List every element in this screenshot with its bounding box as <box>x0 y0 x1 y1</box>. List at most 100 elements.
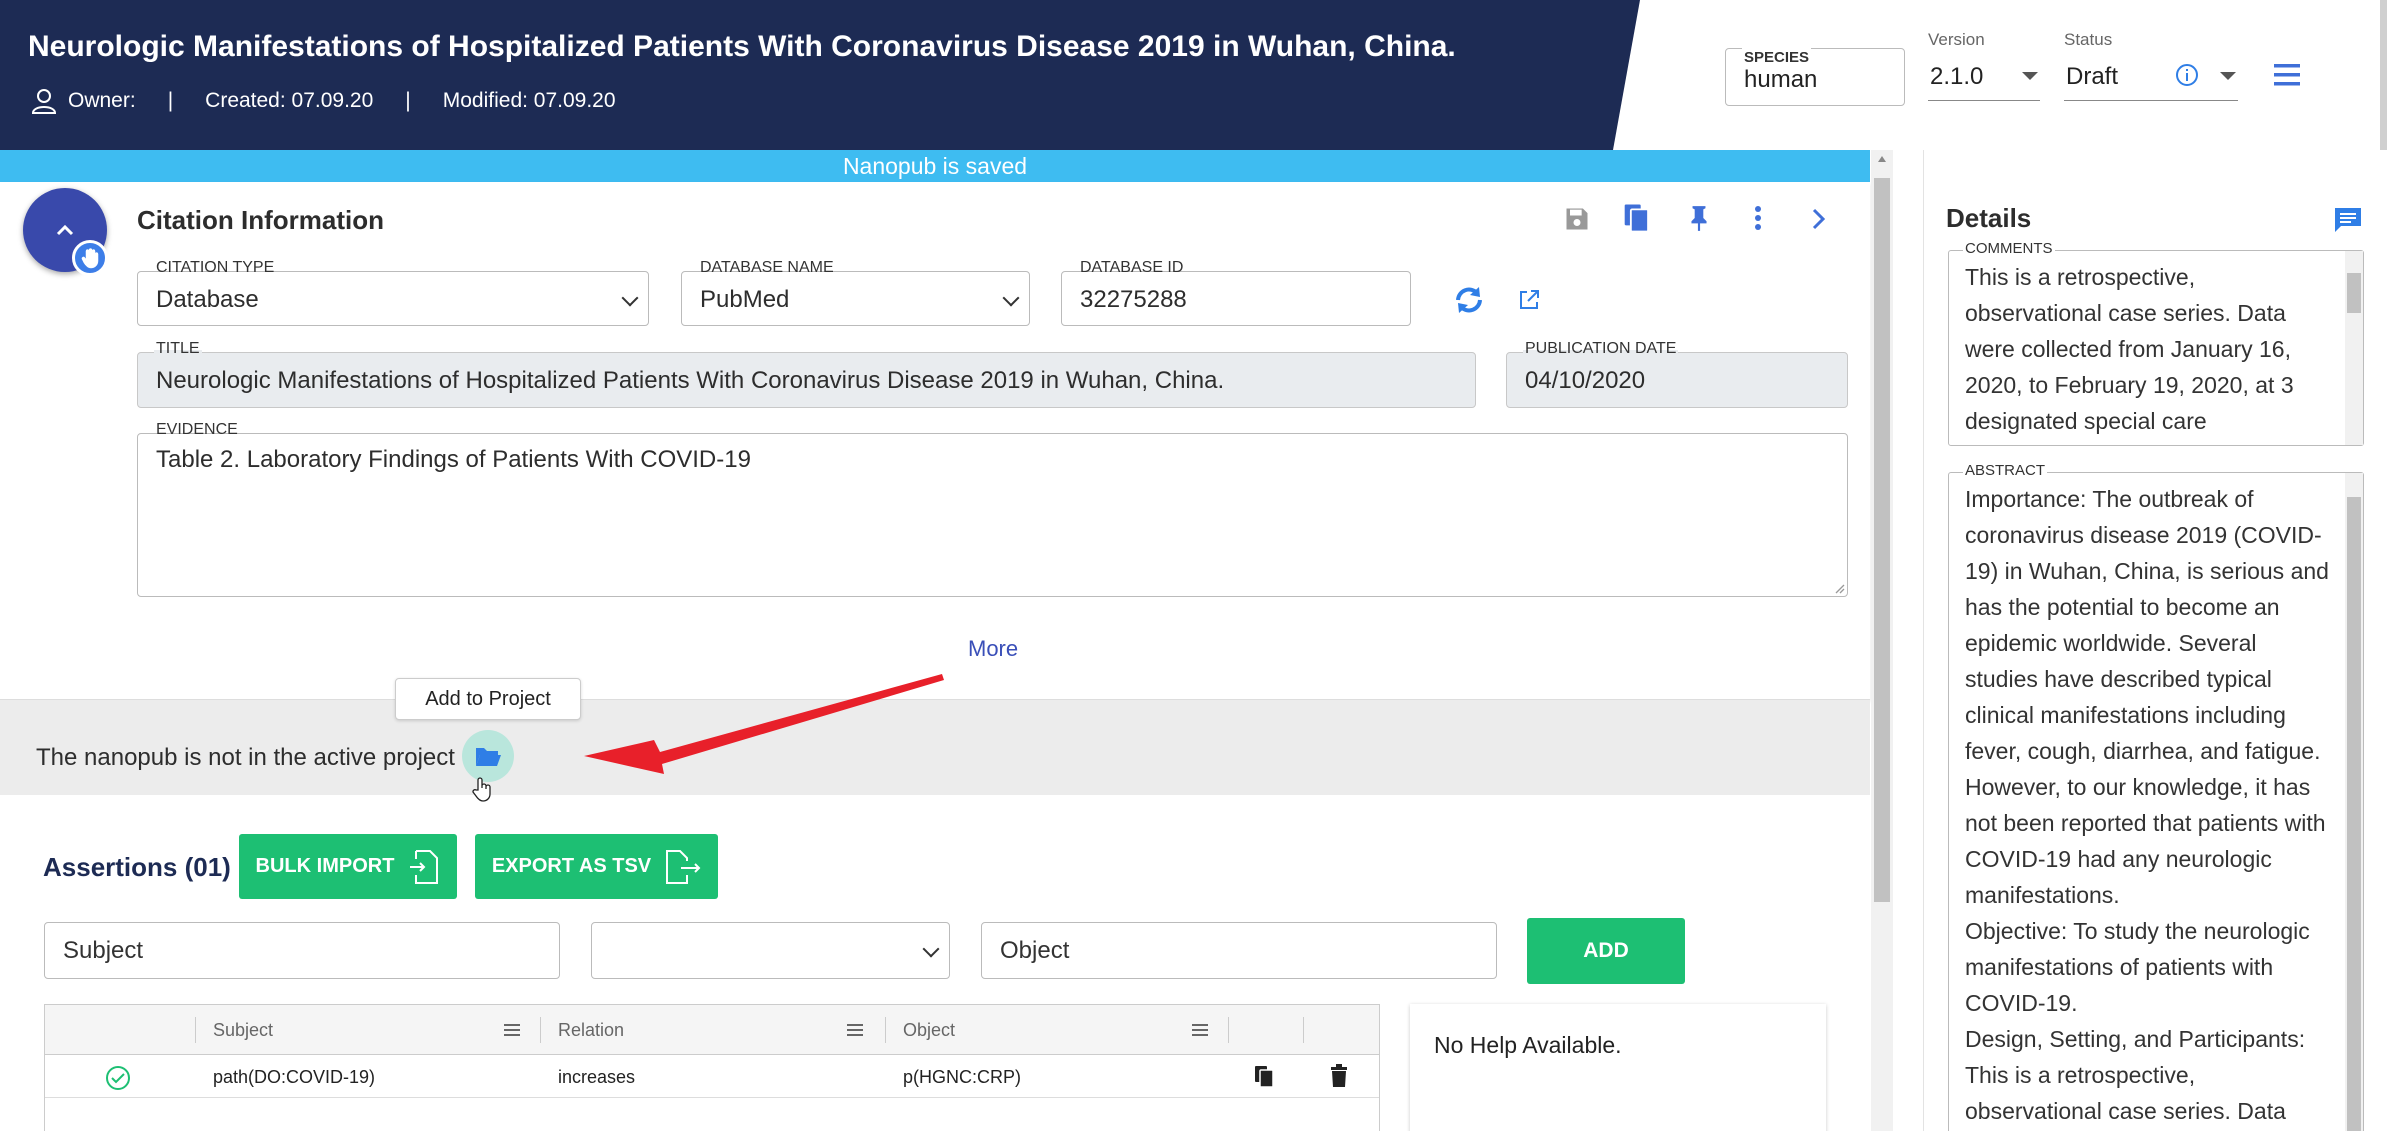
chevron-down-icon <box>621 289 639 307</box>
caret-down-icon <box>2022 72 2038 80</box>
citation-type-select[interactable]: CITATION TYPE Database <box>137 259 649 326</box>
table-row[interactable]: path(DO:COVID-19) increases p(HGNC:CRP) <box>45 1056 1379 1098</box>
database-name-value: PubMed <box>700 286 790 313</box>
database-id-label: DATABASE ID <box>1078 259 1186 277</box>
bulk-import-button[interactable]: BULK IMPORT <box>239 834 457 899</box>
relation-select[interactable] <box>591 922 950 979</box>
chevron-down-icon <box>1002 289 1020 307</box>
modified-date: Modified: 07.09.20 <box>442 89 616 112</box>
citation-type-value: Database <box>156 286 259 313</box>
hamburger-menu-icon[interactable] <box>2272 62 2302 88</box>
column-header-relation[interactable]: Relation <box>558 1005 624 1055</box>
row-subject: path(DO:COVID-19) <box>213 1067 376 1087</box>
subject-input[interactable]: Subject <box>44 922 560 979</box>
row-object: p(HGNC:CRP) <box>903 1067 1022 1087</box>
external-link-icon[interactable] <box>1517 288 1541 312</box>
annotation-arrow <box>584 674 944 774</box>
save-icon[interactable] <box>1563 205 1591 233</box>
citation-type-label: CITATION TYPE <box>154 259 277 277</box>
object-input[interactable]: Object <box>981 922 1497 979</box>
hand-grab-icon[interactable] <box>72 240 108 276</box>
copy-icon[interactable] <box>1253 1064 1277 1090</box>
hand-icon <box>81 248 99 269</box>
column-menu-icon[interactable] <box>847 1024 863 1036</box>
help-text: No Help Available. <box>1434 1032 1622 1058</box>
window-scrollbar[interactable] <box>2380 0 2387 150</box>
status-value: Draft <box>2066 63 2119 90</box>
saved-banner: Nanopub is saved <box>0 150 1870 182</box>
project-status-text: The nanopub is not in the active project <box>36 744 455 771</box>
more-link[interactable]: More <box>968 636 1018 662</box>
database-name-label: DATABASE NAME <box>698 259 836 277</box>
help-panel <box>1410 1004 1826 1131</box>
add-to-project-button[interactable] <box>462 730 514 782</box>
check-circle-icon <box>106 1066 130 1090</box>
copy-icon[interactable] <box>1622 202 1652 234</box>
publication-date-value: 04/10/2020 <box>1525 367 1646 394</box>
file-export-icon <box>666 849 701 884</box>
database-name-select[interactable]: DATABASE NAME PubMed <box>681 259 1030 326</box>
assertions-title: Assertions (01) <box>43 852 231 882</box>
column-menu-icon[interactable] <box>504 1024 520 1036</box>
add-button[interactable]: ADD <box>1527 918 1685 984</box>
column-header-subject[interactable]: Subject <box>213 1005 273 1055</box>
species-field[interactable]: SPECIES human <box>1725 47 1905 106</box>
publication-date-field: PUBLICATION DATE 04/10/2020 <box>1506 340 1848 408</box>
scroll-up-icon[interactable] <box>1877 155 1887 163</box>
version-label: Version <box>1928 30 1985 49</box>
row-relation: increases <box>558 1067 636 1087</box>
assertions-grid: Subject Relation Object path(DO:COVID-19… <box>44 1004 1380 1131</box>
evidence-value: Table 2. Laboratory Findings of Patients… <box>156 446 751 473</box>
user-icon <box>31 89 57 114</box>
caret-down-icon <box>2220 72 2236 80</box>
chevron-right-icon[interactable] <box>1806 206 1830 232</box>
refresh-icon[interactable] <box>1452 283 1486 317</box>
folder-open-icon <box>476 748 501 766</box>
comments-text: This is a retrospective, observational c… <box>1965 264 2301 434</box>
column-menu-icon[interactable] <box>1192 1024 1208 1036</box>
abstract-scrollbar[interactable] <box>2345 473 2363 1131</box>
details-title: Details <box>1946 203 2032 233</box>
file-import-icon <box>410 849 439 884</box>
version-select[interactable]: 2.1.0 <box>1928 51 2040 101</box>
version-value: 2.1.0 <box>1930 63 1984 90</box>
title-field: TITLE Neurologic Manifestations of Hospi… <box>137 340 1476 408</box>
separator: | <box>405 89 411 112</box>
species-label: SPECIES <box>1742 47 1812 68</box>
comments-scrollbar-thumb[interactable] <box>2347 273 2361 313</box>
abstract-scrollbar-thumb[interactable] <box>2347 497 2361 1131</box>
comments-scrollbar[interactable] <box>2345 251 2363 445</box>
title-label: TITLE <box>154 340 202 358</box>
export-tsv-label: EXPORT AS TSV <box>491 855 652 877</box>
info-icon[interactable] <box>2175 63 2199 87</box>
created-date: Created: 07.09.20 <box>205 89 374 112</box>
pin-icon[interactable] <box>1686 204 1712 232</box>
owner-label: Owner: <box>68 89 136 112</box>
add-to-project-tooltip: Add to Project <box>395 678 581 720</box>
status-select[interactable]: Draft <box>2064 51 2238 101</box>
cursor-hand-icon <box>472 777 491 802</box>
object-placeholder: Object <box>1000 937 1070 964</box>
export-tsv-button[interactable]: EXPORT AS TSV <box>475 834 718 899</box>
status-label: Status <box>2064 30 2113 49</box>
abstract-text: Importance: The outbreak of coronavirus … <box>1965 486 2329 1124</box>
species-value: human <box>1744 66 1818 93</box>
bulk-import-label: BULK IMPORT <box>255 855 395 877</box>
database-id-value: 32275288 <box>1080 286 1187 313</box>
main-scrollbar-thumb[interactable] <box>1874 178 1890 902</box>
evidence-textarea[interactable]: EVIDENCE Table 2. Laboratory Findings of… <box>137 421 1848 597</box>
abstract-textarea[interactable]: ABSTRACT Importance: The outbreak of cor… <box>1948 462 2364 1131</box>
evidence-label: EVIDENCE <box>154 421 240 439</box>
more-vert-icon[interactable] <box>1746 204 1770 232</box>
column-header-object[interactable]: Object <box>903 1005 955 1055</box>
meta-row: Owner: | Created: 07.09.20 | Modified: 0… <box>30 88 616 114</box>
comment-icon[interactable] <box>2333 206 2363 234</box>
grid-header: Subject Relation Object <box>45 1005 1379 1055</box>
resize-handle-icon[interactable] <box>1833 582 1845 594</box>
comments-textarea[interactable]: COMMENTS This is a retrospective, observ… <box>1948 240 2364 446</box>
database-id-field[interactable]: DATABASE ID 32275288 <box>1061 259 1411 326</box>
chevron-down-icon <box>922 940 940 958</box>
title-value: Neurologic Manifestations of Hospitalize… <box>156 367 1225 394</box>
trash-icon[interactable] <box>1329 1064 1349 1088</box>
chevron-up-icon <box>56 224 74 236</box>
